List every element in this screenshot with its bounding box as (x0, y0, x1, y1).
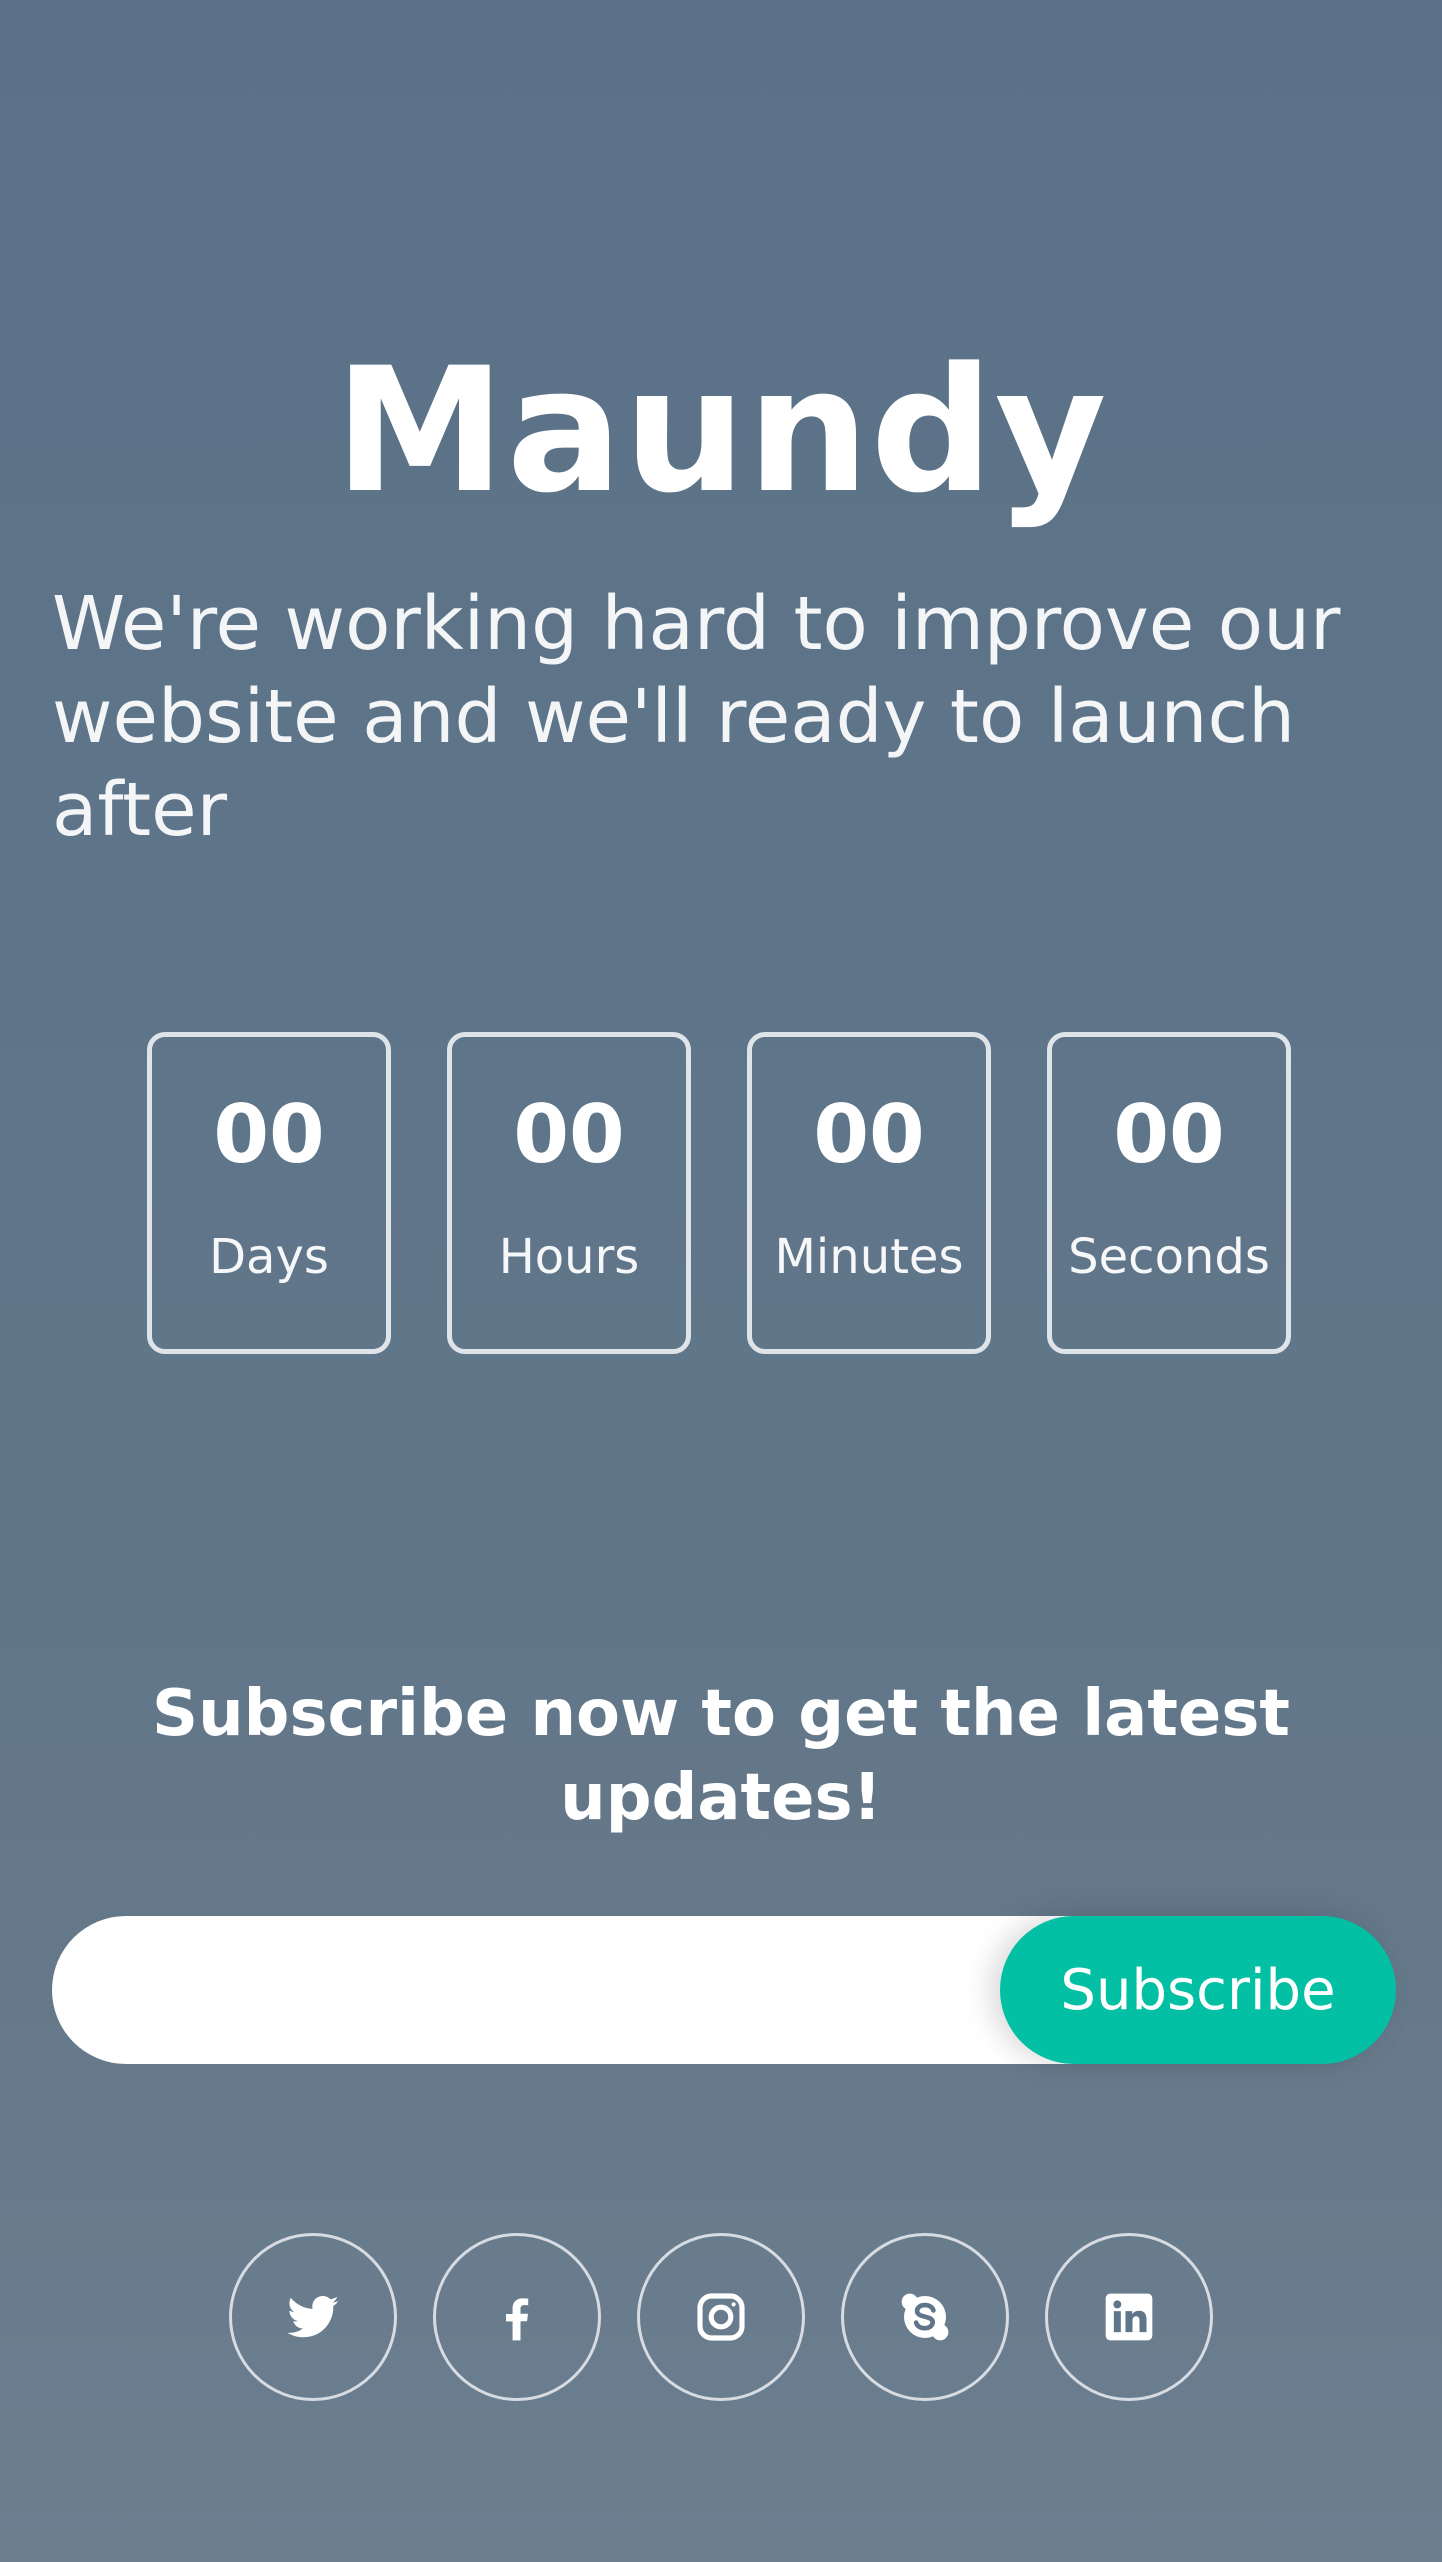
skype-link[interactable] (841, 2233, 1009, 2401)
instagram-icon (697, 2293, 745, 2341)
brand-title: Maundy (334, 330, 1108, 531)
countdown-days: 00 Days (147, 1032, 391, 1354)
countdown: 00 Days 00 Hours 00 Minutes 00 Seconds (147, 1032, 1291, 1354)
facebook-link[interactable] (433, 2233, 601, 2401)
subscribe-title: Subscribe now to get the latest updates! (151, 1677, 1291, 1835)
countdown-seconds: 00 Seconds (1047, 1032, 1291, 1354)
twitter-link[interactable] (229, 2233, 397, 2401)
social-links (229, 2233, 1213, 2401)
linkedin-link[interactable] (1045, 2233, 1213, 2401)
countdown-value: 00 (213, 1088, 325, 1181)
subscribe-button[interactable]: Subscribe (1000, 1916, 1396, 2064)
countdown-value: 00 (1113, 1088, 1225, 1181)
countdown-hours: 00 Hours (447, 1032, 691, 1354)
skype-icon (901, 2293, 949, 2341)
countdown-label: Days (209, 1229, 329, 1285)
countdown-label: Seconds (1068, 1229, 1270, 1285)
countdown-minutes: 00 Minutes (747, 1032, 991, 1354)
facebook-icon (506, 2298, 529, 2341)
countdown-label: Minutes (774, 1229, 964, 1285)
countdown-label: Hours (498, 1229, 640, 1285)
subscribe-form: Subscribe (52, 1916, 1396, 2064)
linkedin-icon (1105, 2293, 1153, 2341)
twitter-icon (287, 2296, 339, 2338)
page: Maundy We're working hard to improve our… (0, 0, 1442, 2562)
countdown-value: 00 (813, 1088, 925, 1181)
instagram-link[interactable] (637, 2233, 805, 2401)
countdown-value: 00 (513, 1088, 625, 1181)
tagline: We're working hard to improve our websit… (52, 581, 1341, 853)
